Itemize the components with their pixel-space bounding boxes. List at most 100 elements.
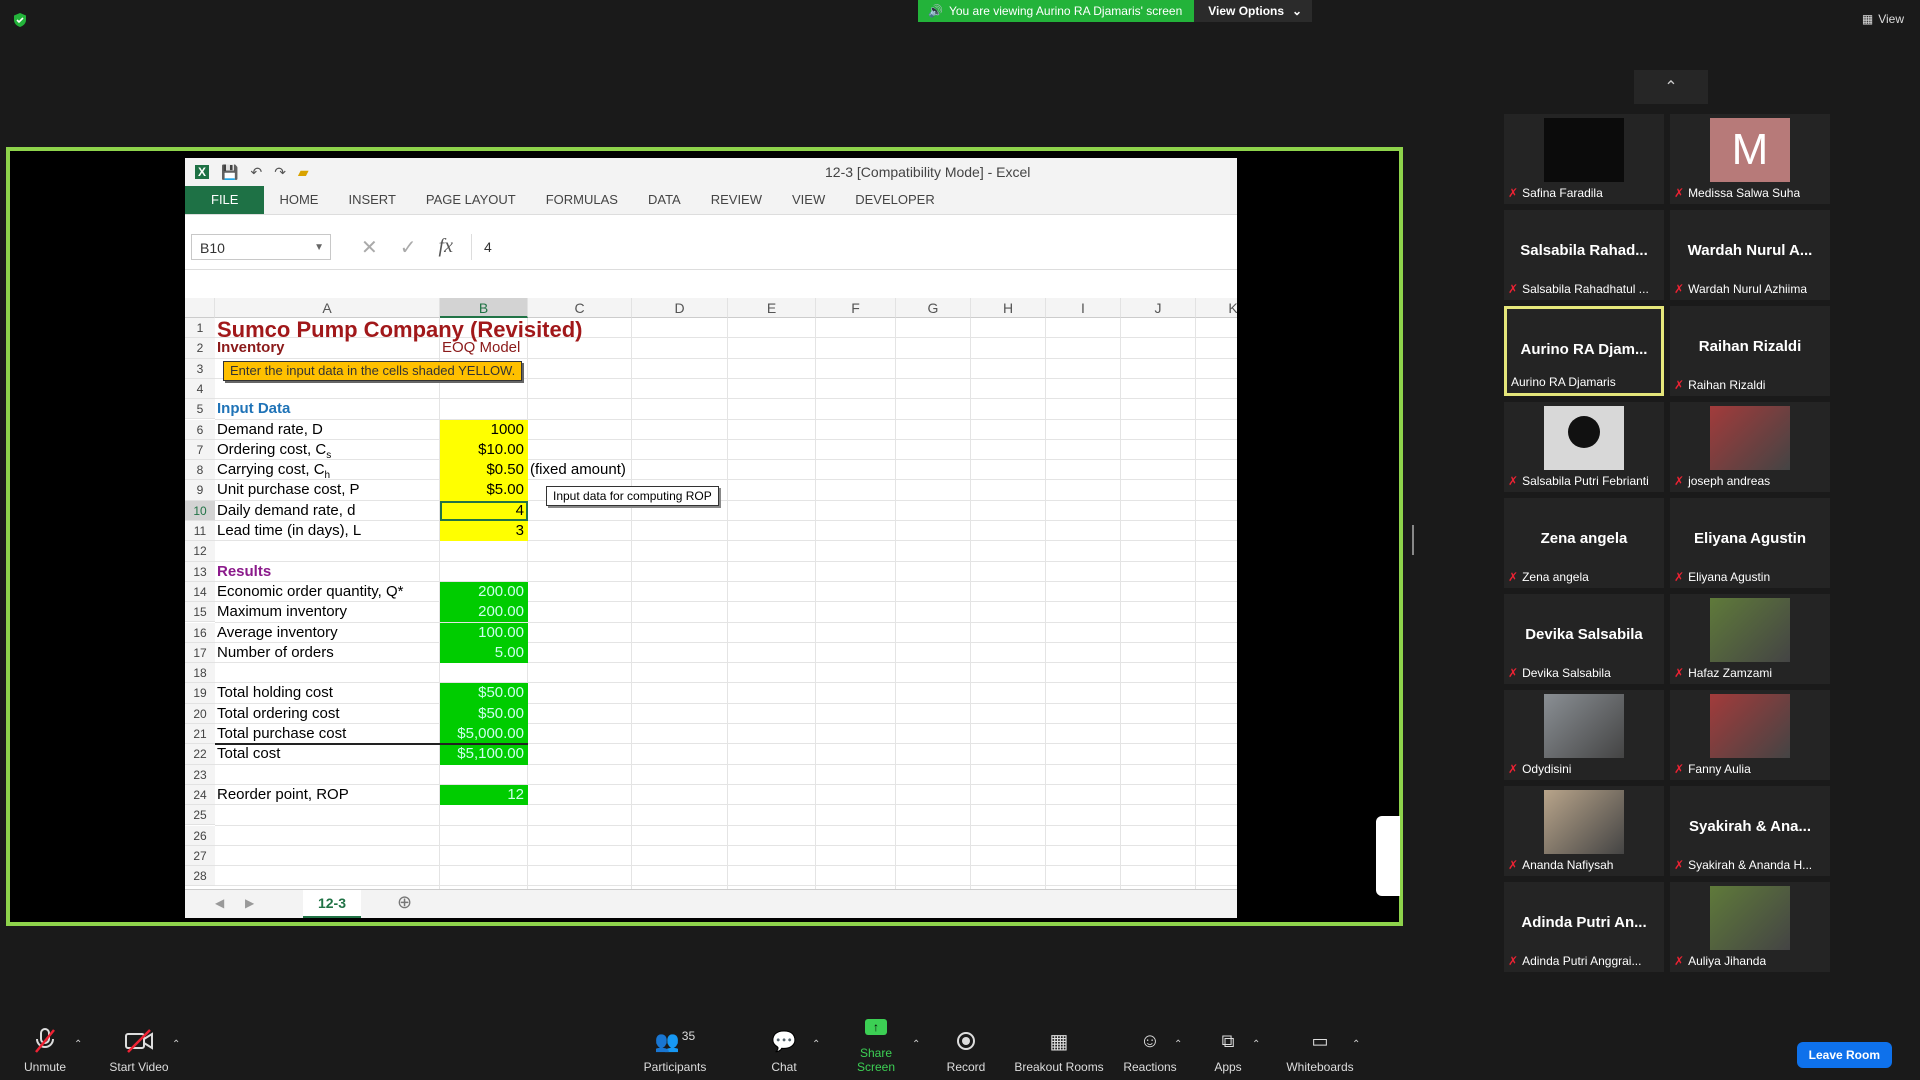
column-header-b[interactable]: B xyxy=(440,298,528,318)
cell-unit-value[interactable]: $5.00 xyxy=(440,480,528,501)
row-header-16[interactable]: 16 xyxy=(185,622,215,643)
row-header-20[interactable]: 20 xyxy=(185,703,215,724)
row-header-22[interactable]: 22 xyxy=(185,744,215,765)
ribbon-tab-file[interactable]: FILE xyxy=(185,186,265,214)
chat-options-caret[interactable]: ⌃ xyxy=(812,1039,820,1050)
row-header-9[interactable]: 9 xyxy=(185,480,215,501)
participant-tile[interactable]: Salsabila Rahad... ✗ Salsabila Rahadhatul … xyxy=(1504,210,1664,300)
cell-total-value[interactable]: $5,100.00 xyxy=(440,744,528,765)
row-header-13[interactable]: 13 xyxy=(185,561,215,582)
column-header-c[interactable]: C xyxy=(528,298,632,318)
participant-tile[interactable]: ✗ Safina Faradila xyxy=(1504,114,1664,204)
insert-function-icon[interactable]: fx xyxy=(439,235,453,260)
participant-tile[interactable]: Raihan Rizaldi ✗ Raihan Rizaldi xyxy=(1670,306,1830,396)
save-icon[interactable]: 💾 xyxy=(221,164,238,181)
row-header-18[interactable]: 18 xyxy=(185,663,215,684)
reactions-button[interactable]: ☺ Reactions xyxy=(1122,1026,1178,1075)
participant-tile[interactable]: ✗ Ananda Nafiysah xyxy=(1504,786,1664,876)
share-options-caret[interactable]: ⌃ xyxy=(912,1039,920,1050)
row-header-11[interactable]: 11 xyxy=(185,521,215,542)
column-header-e[interactable]: E xyxy=(728,298,816,318)
cell-hold-value[interactable]: $50.00 xyxy=(440,683,528,704)
participant-tile[interactable]: Zena angela ✗ Zena angela xyxy=(1504,498,1664,588)
ribbon-tab-developer[interactable]: DEVELOPER xyxy=(840,186,949,214)
row-header-17[interactable]: 17 xyxy=(185,642,215,664)
cell-input-data[interactable]: Input Data xyxy=(215,399,440,419)
cell-total-label[interactable]: Total cost xyxy=(215,744,440,764)
row-header-19[interactable]: 19 xyxy=(185,683,215,704)
cell-purchase-label[interactable]: Total purchase cost xyxy=(215,724,440,744)
add-sheet-icon[interactable]: ⊕ xyxy=(397,892,412,913)
start-video-button[interactable]: Start Video xyxy=(104,1026,174,1074)
video-options-caret[interactable]: ⌃ xyxy=(172,1039,180,1050)
cell-demand-label[interactable]: Demand rate, D xyxy=(215,420,440,440)
cell-lead-value[interactable]: 3 xyxy=(440,521,528,542)
cell-rop-label[interactable]: Reorder point, ROP xyxy=(215,785,440,805)
participant-tile[interactable]: Aurino RA Djam... Aurino RA Djamaris xyxy=(1504,306,1664,396)
whiteboards-options-caret[interactable]: ⌃ xyxy=(1352,1039,1360,1050)
audio-options-caret[interactable]: ⌃ xyxy=(74,1039,82,1050)
participant-tile[interactable]: ✗ Hafaz Zamzami xyxy=(1670,594,1830,684)
cell-carrying-label[interactable]: Carrying cost, Ch xyxy=(215,460,440,481)
row-header-21[interactable]: 21 xyxy=(185,724,215,745)
row-header-26[interactable]: 26 xyxy=(185,825,215,846)
row-header-7[interactable]: 7 xyxy=(185,439,215,461)
redo-icon[interactable]: ↷ xyxy=(274,164,286,181)
row-header-15[interactable]: 15 xyxy=(185,602,215,623)
security-shield-icon[interactable] xyxy=(12,12,28,28)
row-header-6[interactable]: 6 xyxy=(185,419,215,440)
collapse-gallery-button[interactable]: ⌃ xyxy=(1634,70,1708,104)
participant-tile[interactable]: Eliyana Agustin ✗ Eliyana Agustin xyxy=(1670,498,1830,588)
view-options-button[interactable]: View Options ⌄ xyxy=(1194,0,1313,22)
breakout-rooms-button[interactable]: ▦ Breakout Rooms xyxy=(1014,1026,1104,1075)
scroll-left-icon[interactable]: ◀ xyxy=(215,896,224,910)
row-header-14[interactable]: 14 xyxy=(185,581,215,603)
participant-tile[interactable]: ✗ joseph andreas xyxy=(1670,402,1830,492)
view-button[interactable]: ▦ View xyxy=(1862,12,1904,26)
cell-lead-label[interactable]: Lead time (in days), L xyxy=(215,521,440,541)
cell-purchase-value[interactable]: $5,000.00 xyxy=(440,724,528,745)
cell-carrying-note[interactable]: (fixed amount) xyxy=(528,460,728,480)
cell-eoq-model[interactable]: EOQ Model xyxy=(440,338,528,358)
scroll-right-icon[interactable]: ▶ xyxy=(245,896,254,910)
record-button[interactable]: Record xyxy=(946,1026,986,1074)
ribbon-tab-view[interactable]: VIEW xyxy=(777,186,840,214)
cell-eoq-value[interactable]: 200.00 xyxy=(440,581,528,603)
ribbon-tab-home[interactable]: HOME xyxy=(264,186,333,214)
spreadsheet-grid[interactable]: A B C D E F G H I J K 1 2 3 4 5 6 7 8 9 10 11 12 13 14 15 16 17 18 19… xyxy=(185,298,1237,890)
cell-rop-value[interactable]: 12 xyxy=(440,784,528,806)
column-header-a[interactable]: A xyxy=(215,298,440,318)
row-header-24[interactable]: 24 xyxy=(185,784,215,806)
row-header-23[interactable]: 23 xyxy=(185,764,215,785)
participant-tile[interactable]: Wardah Nurul A... ✗ Wardah Nurul Azhiima xyxy=(1670,210,1830,300)
leave-room-button[interactable]: Leave Room xyxy=(1796,1042,1892,1068)
cell-carrying-value[interactable]: $0.50 xyxy=(440,460,528,481)
whiteboards-button[interactable]: ▭ Whiteboards xyxy=(1284,1026,1356,1075)
participants-button[interactable]: 👥 35 Participants xyxy=(640,1026,710,1074)
ribbon-tab-page-layout[interactable]: PAGE LAYOUT xyxy=(411,186,531,214)
cell-unit-label[interactable]: Unit purchase cost, P xyxy=(215,480,440,500)
column-header-i[interactable]: I xyxy=(1046,298,1121,318)
side-handle[interactable] xyxy=(1376,816,1400,896)
participant-tile[interactable]: Syakirah & Ana... ✗ Syakirah & Ananda H... xyxy=(1670,786,1830,876)
share-screen-button[interactable]: ↑ Share Screen xyxy=(840,1012,912,1074)
participant-tile[interactable]: ✗ Fanny Aulia xyxy=(1670,690,1830,780)
row-header-10[interactable]: 10 xyxy=(185,500,215,521)
cancel-formula-icon[interactable]: ✕ xyxy=(361,235,378,260)
cell-num-label[interactable]: Number of orders xyxy=(215,643,440,663)
cell-results[interactable]: Results xyxy=(215,562,440,582)
apps-button[interactable]: ⧉ Apps xyxy=(1212,1026,1244,1075)
undo-icon[interactable]: ↶ xyxy=(250,164,262,181)
row-header-1[interactable]: 1 xyxy=(185,318,215,339)
cell-max-value[interactable]: 200.00 xyxy=(440,602,528,623)
row-header-25[interactable]: 25 xyxy=(185,805,215,826)
column-header-j[interactable]: J xyxy=(1121,298,1196,318)
column-header-g[interactable]: G xyxy=(896,298,971,318)
row-header-3[interactable]: 3 xyxy=(185,358,215,379)
chat-button[interactable]: 💬 Chat xyxy=(768,1026,800,1075)
participant-tile[interactable]: ✗ Salsabila Putri Febrianti xyxy=(1504,402,1664,492)
ribbon-tab-data[interactable]: DATA xyxy=(633,186,696,214)
formula-input[interactable]: 4 xyxy=(470,234,1237,260)
row-header-27[interactable]: 27 xyxy=(185,845,215,867)
participant-tile[interactable]: Devika Salsabila ✗ Devika Salsabila xyxy=(1504,594,1664,684)
